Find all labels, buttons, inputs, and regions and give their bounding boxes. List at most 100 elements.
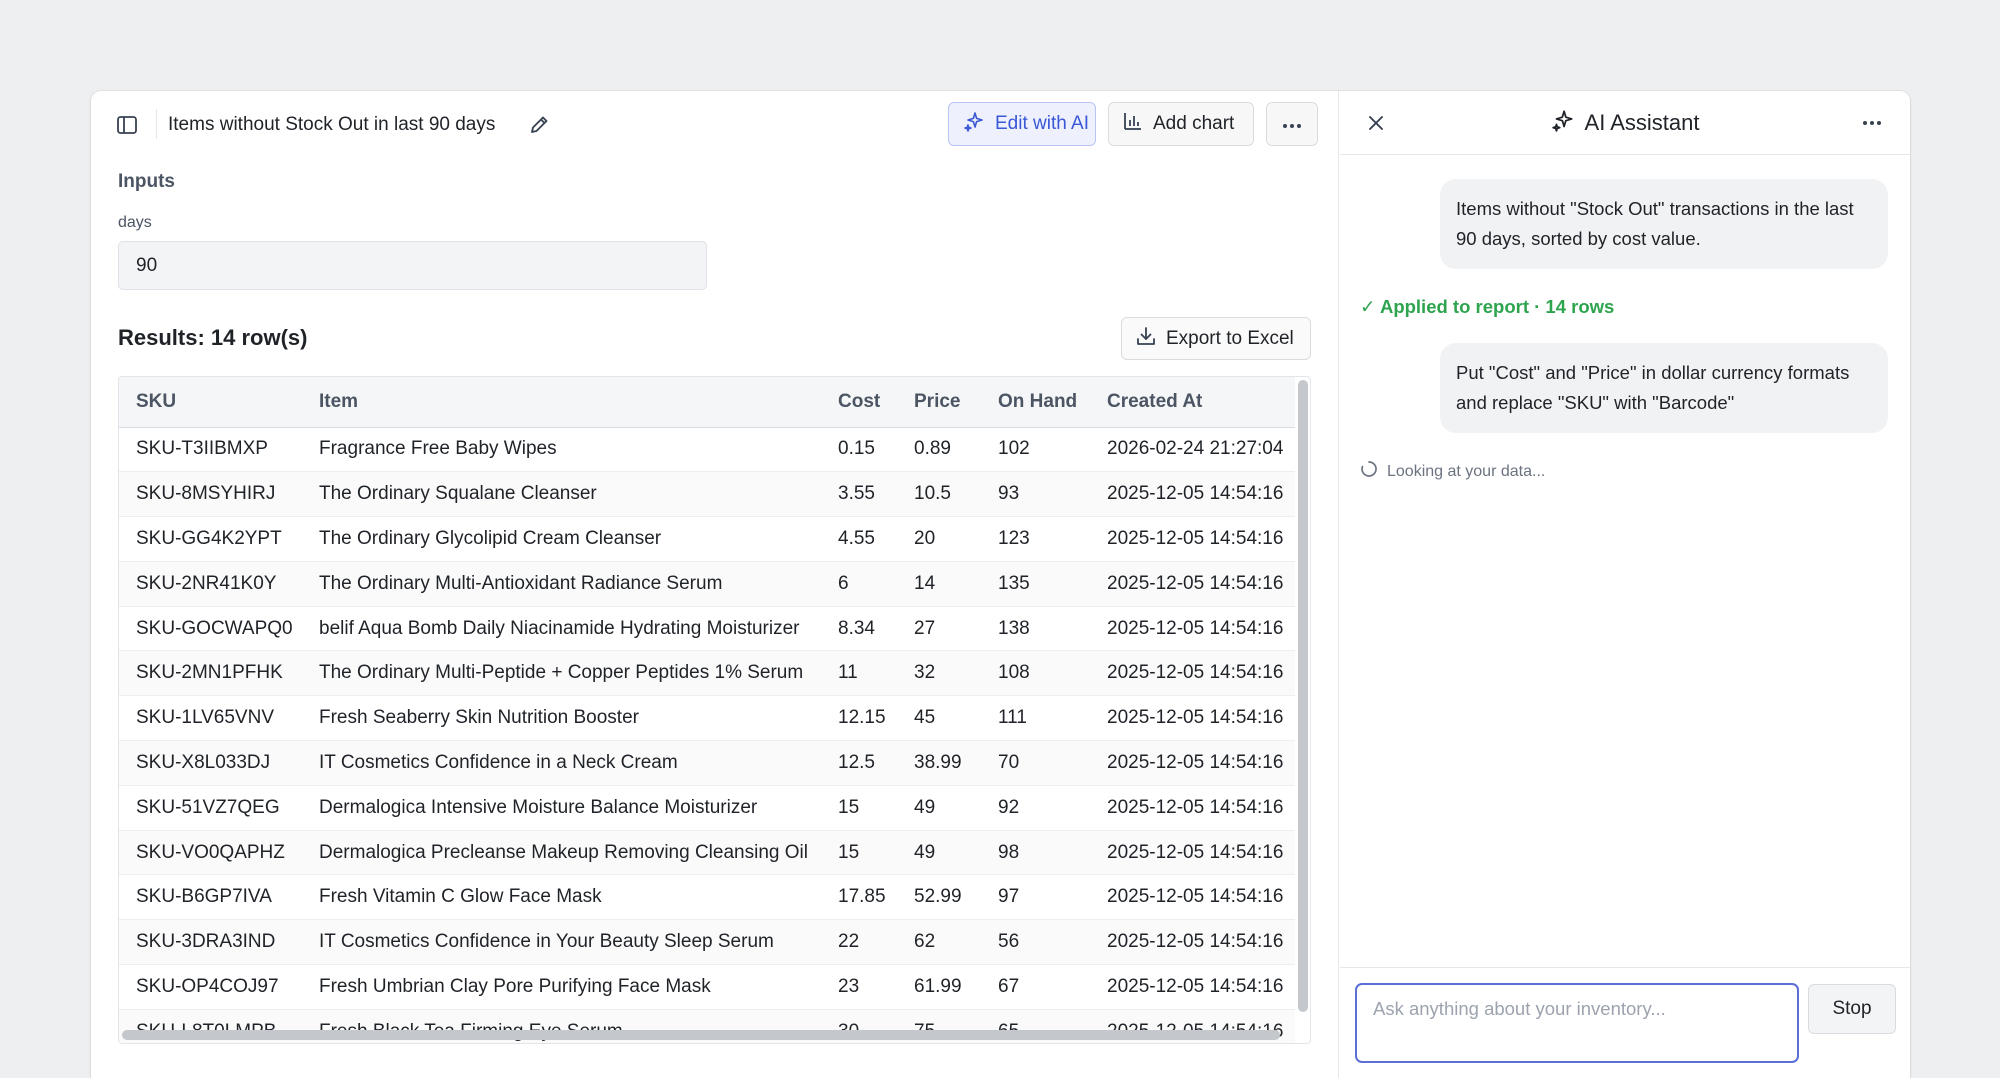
stop-label: Stop (1832, 998, 1872, 1019)
cell-created-at: 2025-12-05 14:54:16 (1090, 471, 1295, 518)
column-header-created-at[interactable]: Created At (1090, 377, 1295, 428)
cell-created-at: 2025-12-05 14:54:16 (1090, 695, 1295, 742)
cell-created-at: 2025-12-05 14:54:16 (1090, 516, 1295, 562)
column-header-price[interactable]: Price (897, 377, 981, 428)
table-row: SKU-1LV65VNV Fresh Seaberry Skin Nutritio… (119, 695, 1295, 742)
cell-on-hand: 111 (981, 695, 1090, 742)
sidebar-toggle-icon[interactable] (113, 111, 141, 139)
cell-item: IT Cosmetics Confidence in Your Beauty S… (302, 919, 821, 966)
cell-sku: SKU-2NR41K0Y (119, 561, 302, 607)
add-chart-button[interactable]: Add chart (1108, 102, 1254, 146)
cell-item: Dermalogica Intensive Moisture Balance M… (302, 785, 821, 831)
cell-price: 49 (897, 785, 981, 831)
more-options-button[interactable] (1266, 102, 1318, 146)
vertical-scrollbar[interactable] (1298, 380, 1308, 1012)
cell-cost: 4.55 (821, 516, 897, 562)
export-label: Export to Excel (1166, 327, 1294, 349)
download-icon (1136, 326, 1156, 352)
days-input[interactable]: 90 (118, 241, 707, 290)
cell-sku: SKU-GG4K2YPT (119, 516, 302, 562)
edit-with-ai-label: Edit with AI (995, 113, 1089, 134)
report-window: Items without Stock Out in last 90 days … (91, 91, 1910, 1078)
cell-on-hand: 56 (981, 919, 1090, 966)
add-chart-label: Add chart (1153, 113, 1235, 134)
cell-price: 20 (897, 516, 981, 562)
table-row: SKU-T3IIBMXP Fragrance Free Baby Wipes 0.1… (119, 427, 1295, 473)
cell-price: 62 (897, 919, 981, 966)
results-count: Results: 14 row(s) (118, 325, 308, 350)
inputs-heading: Inputs (118, 171, 175, 192)
table-row: SKU-GOCWAPQ0 belif Aqua Bomb Daily Niacin… (119, 606, 1295, 652)
cell-sku: SKU-51VZ7QEG (119, 785, 302, 831)
cell-item: The Ordinary Glycolipid Cream Cleanser (302, 516, 821, 562)
cell-on-hand: 67 (981, 964, 1090, 1010)
cell-item: Dermalogica Precleanse Makeup Removing C… (302, 830, 821, 876)
cell-price: 10.5 (897, 471, 981, 518)
cell-sku: SKU-B6GP7IVA (119, 874, 302, 921)
cell-price: 45 (897, 695, 981, 742)
cell-cost: 17.85 (821, 874, 897, 921)
days-label: days (118, 214, 152, 231)
column-header-cost[interactable]: Cost (821, 377, 897, 428)
cell-created-at: 2025-12-05 14:54:16 (1090, 650, 1295, 697)
cell-created-at: 2025-12-05 14:54:16 (1090, 830, 1295, 876)
table-row: SKU-B6GP7IVA Fresh Vitamin C Glow Face Ma… (119, 874, 1295, 921)
cell-sku: SKU-X8L033DJ (119, 740, 302, 786)
cell-created-at: 2025-12-05 14:54:16 (1090, 964, 1295, 1010)
cell-item: IT Cosmetics Confidence in a Neck Cream (302, 740, 821, 786)
chat-input[interactable]: Ask anything about your inventory... (1355, 983, 1799, 1063)
cell-price: 38.99 (897, 740, 981, 786)
more-horizontal-icon (1281, 113, 1303, 135)
cell-sku: SKU-OP4COJ97 (119, 964, 302, 1010)
column-header-on-hand[interactable]: On Hand (981, 377, 1090, 428)
cell-price: 49 (897, 830, 981, 876)
cell-cost: 0.15 (821, 427, 897, 473)
assistant-header: AI Assistant (1340, 91, 1910, 155)
stop-button[interactable]: Stop (1808, 984, 1896, 1034)
applied-status: ✓ Applied to report · 14 rows (1360, 296, 1615, 317)
table-row: SKU-51VZ7QEG Dermalogica Intensive Moistu… (119, 785, 1295, 831)
cell-created-at: 2025-12-05 14:54:16 (1090, 919, 1295, 966)
export-to-excel-button[interactable]: Export to Excel (1121, 317, 1311, 360)
report-toolbar: Items without Stock Out in last 90 days … (91, 91, 1339, 155)
sparkle-icon (963, 110, 985, 138)
cell-cost: 8.34 (821, 606, 897, 652)
more-horizontal-icon[interactable] (1858, 109, 1886, 137)
cell-price: 14 (897, 561, 981, 607)
cell-item: Fresh Vitamin C Glow Face Mask (302, 874, 821, 921)
cell-sku: SKU-T3IIBMXP (119, 427, 302, 473)
cell-sku: SKU-GOCWAPQ0 (119, 606, 302, 652)
cell-price: 0.89 (897, 427, 981, 473)
cell-item: Fresh Seaberry Skin Nutrition Booster (302, 695, 821, 742)
cell-cost: 15 (821, 785, 897, 831)
report-title: Items without Stock Out in last 90 days (168, 114, 496, 135)
cell-cost: 6 (821, 561, 897, 607)
spinner-icon (1360, 460, 1378, 483)
table-row: SKU-X8L033DJ IT Cosmetics Confidence in a… (119, 740, 1295, 786)
cell-sku: SKU-VO0QAPHZ (119, 830, 302, 876)
table-row: SKU-2NR41K0Y The Ordinary Multi-Antioxida… (119, 561, 1295, 607)
horizontal-scrollbar[interactable] (122, 1030, 1280, 1040)
column-header-sku[interactable]: SKU (119, 377, 302, 428)
column-header-item[interactable]: Item (302, 377, 821, 428)
assistant-title-label: AI Assistant (1584, 110, 1700, 135)
assistant-title: AI Assistant (1340, 109, 1910, 137)
cell-item: The Ordinary Multi-Antioxidant Radiance … (302, 561, 821, 607)
cell-on-hand: 93 (981, 471, 1090, 518)
cell-sku: SKU-8MSYHIRJ (119, 471, 302, 518)
cell-on-hand: 108 (981, 650, 1090, 697)
results-table: SKU Item Cost Price On Hand Created At S… (118, 376, 1311, 1044)
cell-on-hand: 138 (981, 606, 1090, 652)
cell-item: The Ordinary Multi-Peptide + Copper Pept… (302, 650, 821, 697)
cell-on-hand: 123 (981, 516, 1090, 562)
cell-cost: 11 (821, 650, 897, 697)
ai-assistant-panel: AI Assistant Items without "Stock Out" t… (1340, 91, 1910, 1078)
cell-sku: SKU-2MN1PFHK (119, 650, 302, 697)
cell-created-at: 2025-12-05 14:54:16 (1090, 740, 1295, 786)
cell-on-hand: 102 (981, 427, 1090, 473)
pencil-icon[interactable] (525, 111, 553, 139)
edit-with-ai-button[interactable]: Edit with AI (948, 102, 1096, 146)
cell-price: 61.99 (897, 964, 981, 1010)
bar-chart-icon (1123, 111, 1143, 137)
cell-sku: SKU-1LV65VNV (119, 695, 302, 742)
